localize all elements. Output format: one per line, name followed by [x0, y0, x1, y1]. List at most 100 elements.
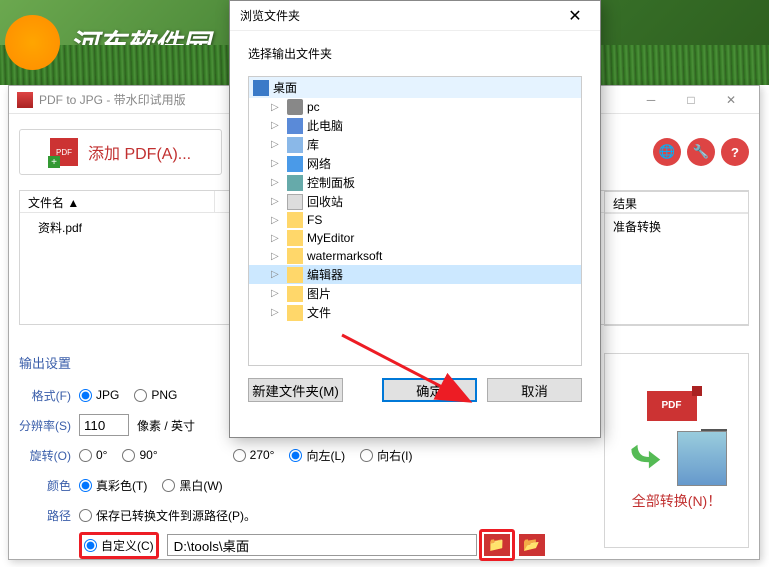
expand-icon[interactable]: ▷ [271, 307, 283, 318]
results-panel: 结果 准备转换 [604, 191, 749, 326]
close-button[interactable]: ✕ [711, 87, 751, 113]
dialog-close-button[interactable]: ✕ [560, 2, 590, 30]
rotate-left[interactable]: 向左(L) [289, 447, 345, 464]
dialog-titlebar: 浏览文件夹 ✕ [230, 1, 600, 31]
folder-icon [287, 286, 303, 302]
color-row: 颜色 真彩色(T) 黑白(W) [19, 470, 604, 500]
results-status: 准备转换 [605, 214, 748, 239]
open-folder-button[interactable]: 📂 [519, 534, 545, 556]
tree-item-此电脑[interactable]: ▷ 此电脑 [249, 116, 581, 135]
rotate-right[interactable]: 向右(I) [360, 447, 412, 464]
folder-icon [287, 305, 303, 321]
tree-item-watermarksoft[interactable]: ▷ watermarksoft [249, 247, 581, 265]
folder-icon [287, 230, 303, 246]
column-filename[interactable]: 文件名 ▲ [20, 191, 215, 212]
tree-item-图片[interactable]: ▷ 图片 [249, 284, 581, 303]
tree-item-label: 此电脑 [307, 117, 343, 134]
pdf-doc-icon: PDF [647, 391, 697, 421]
expand-icon[interactable]: ▷ [271, 196, 283, 207]
path-input[interactable] [167, 534, 477, 556]
browse-folder-dialog: 浏览文件夹 ✕ 选择输出文件夹 桌面 ▷pc▷此电脑▷库▷网络▷控制面板▷回收站… [229, 0, 601, 438]
dialog-subtitle: 选择输出文件夹 [230, 31, 600, 76]
resolution-input[interactable] [79, 414, 129, 436]
tree-item-label: 图片 [307, 285, 331, 302]
tree-item-label: watermarksoft [307, 249, 382, 263]
path-label: 路径 [19, 507, 79, 524]
convert-all-button[interactable]: 全部转换(N)！ [632, 491, 721, 511]
resolution-label: 分辨率(S) [19, 417, 79, 434]
globe-button[interactable]: 🌐 [653, 138, 681, 166]
file-name-cell: 资料.pdf [20, 217, 100, 238]
pdf-to-jpg-graphic: PDF JPG [627, 391, 727, 486]
tool-button[interactable]: 🔧 [687, 138, 715, 166]
dialog-title: 浏览文件夹 [240, 7, 560, 24]
new-folder-button[interactable]: 新建文件夹(M) [248, 378, 343, 402]
thispc-icon [287, 118, 303, 134]
pc-icon [287, 99, 303, 115]
rotate-0[interactable]: 0° [79, 448, 107, 462]
network-icon [287, 156, 303, 172]
color-true[interactable]: 真彩色(T) [79, 477, 147, 494]
expand-icon[interactable]: ▷ [271, 233, 283, 244]
color-label: 颜色 [19, 477, 79, 494]
jpg-doc-icon [677, 431, 727, 486]
expand-icon[interactable]: ▷ [271, 288, 283, 299]
tree-item-文件[interactable]: ▷文件 [249, 303, 581, 322]
tree-item-myeditor[interactable]: ▷MyEditor [249, 229, 581, 247]
lib-icon [287, 137, 303, 153]
minimize-button[interactable]: ─ [631, 87, 671, 113]
dialog-buttons: 新建文件夹(M) 确定 取消 [230, 366, 600, 414]
maximize-button[interactable]: □ [671, 87, 711, 113]
folder-tree[interactable]: 桌面 ▷pc▷此电脑▷库▷网络▷控制面板▷回收站▷FS▷MyEditor▷wat… [248, 76, 582, 366]
results-header: 结果 [605, 192, 748, 214]
path-source[interactable]: 保存已转换文件到源路径(P)。 [79, 507, 256, 524]
expand-icon[interactable]: ▷ [271, 139, 283, 150]
expand-icon[interactable]: ▷ [271, 269, 283, 280]
tree-item-回收站[interactable]: ▷回收站 [249, 192, 581, 211]
ok-button[interactable]: 确定 [382, 378, 477, 402]
pdf-add-icon: PDF [50, 138, 78, 166]
folder-icon [287, 248, 303, 264]
control-icon [287, 175, 303, 191]
expand-icon[interactable]: ▷ [271, 158, 283, 169]
tree-item-label: 库 [307, 136, 319, 153]
path-custom[interactable]: 自定义(C) [84, 537, 154, 554]
folder-icon [287, 267, 303, 283]
tree-item-编辑器[interactable]: ▷编辑器 [249, 265, 581, 284]
rotate-270[interactable]: 270° [233, 448, 275, 462]
color-bw[interactable]: 黑白(W) [162, 477, 222, 494]
tree-item-label: 控制面板 [307, 174, 355, 191]
tree-item-控制面板[interactable]: ▷ 控制面板 [249, 173, 581, 192]
tree-item-fs[interactable]: ▷ FS [249, 211, 581, 229]
tree-item-label: pc [307, 100, 320, 114]
logo-icon [5, 15, 60, 70]
expand-icon[interactable]: ▷ [271, 120, 283, 131]
tree-item-网络[interactable]: ▷ 网络 [249, 154, 581, 173]
arrow-icon [627, 436, 662, 471]
convert-panel: PDF JPG 全部转换(N)！ [604, 353, 749, 548]
expand-icon[interactable]: ▷ [271, 251, 283, 262]
tree-item-label: 网络 [307, 155, 331, 172]
format-jpg[interactable]: JPG [79, 388, 119, 402]
recycle-icon [287, 194, 303, 210]
help-button[interactable]: ? [721, 138, 749, 166]
expand-icon[interactable]: ▷ [271, 177, 283, 188]
tree-item-库[interactable]: ▷库 [249, 135, 581, 154]
format-png[interactable]: PNG [134, 388, 177, 402]
tree-item-pc[interactable]: ▷ pc [249, 98, 581, 116]
highlight-custom: 自定义(C) [79, 532, 159, 559]
rotate-90[interactable]: 90° [122, 448, 157, 462]
cancel-button[interactable]: 取消 [487, 378, 582, 402]
desktop-icon [253, 80, 269, 96]
highlight-browse: 📁 [479, 529, 515, 561]
add-pdf-button[interactable]: PDF 添加 PDF(A)... [19, 129, 222, 175]
path-row: 路径 保存已转换文件到源路径(P)。 [19, 500, 604, 530]
rotate-row: 旋转(O) 0° 90° 270° 向左(L) 向右(I) [19, 440, 604, 470]
expand-icon[interactable]: ▷ [271, 215, 283, 226]
expand-icon[interactable]: ▷ [271, 102, 283, 113]
folder-icon: 📁 [488, 537, 505, 552]
add-pdf-label: 添加 PDF(A)... [88, 140, 191, 164]
browse-button[interactable]: 📁 [484, 534, 510, 556]
tree-root-desktop[interactable]: 桌面 [249, 77, 581, 98]
tree-item-label: FS [307, 213, 322, 227]
